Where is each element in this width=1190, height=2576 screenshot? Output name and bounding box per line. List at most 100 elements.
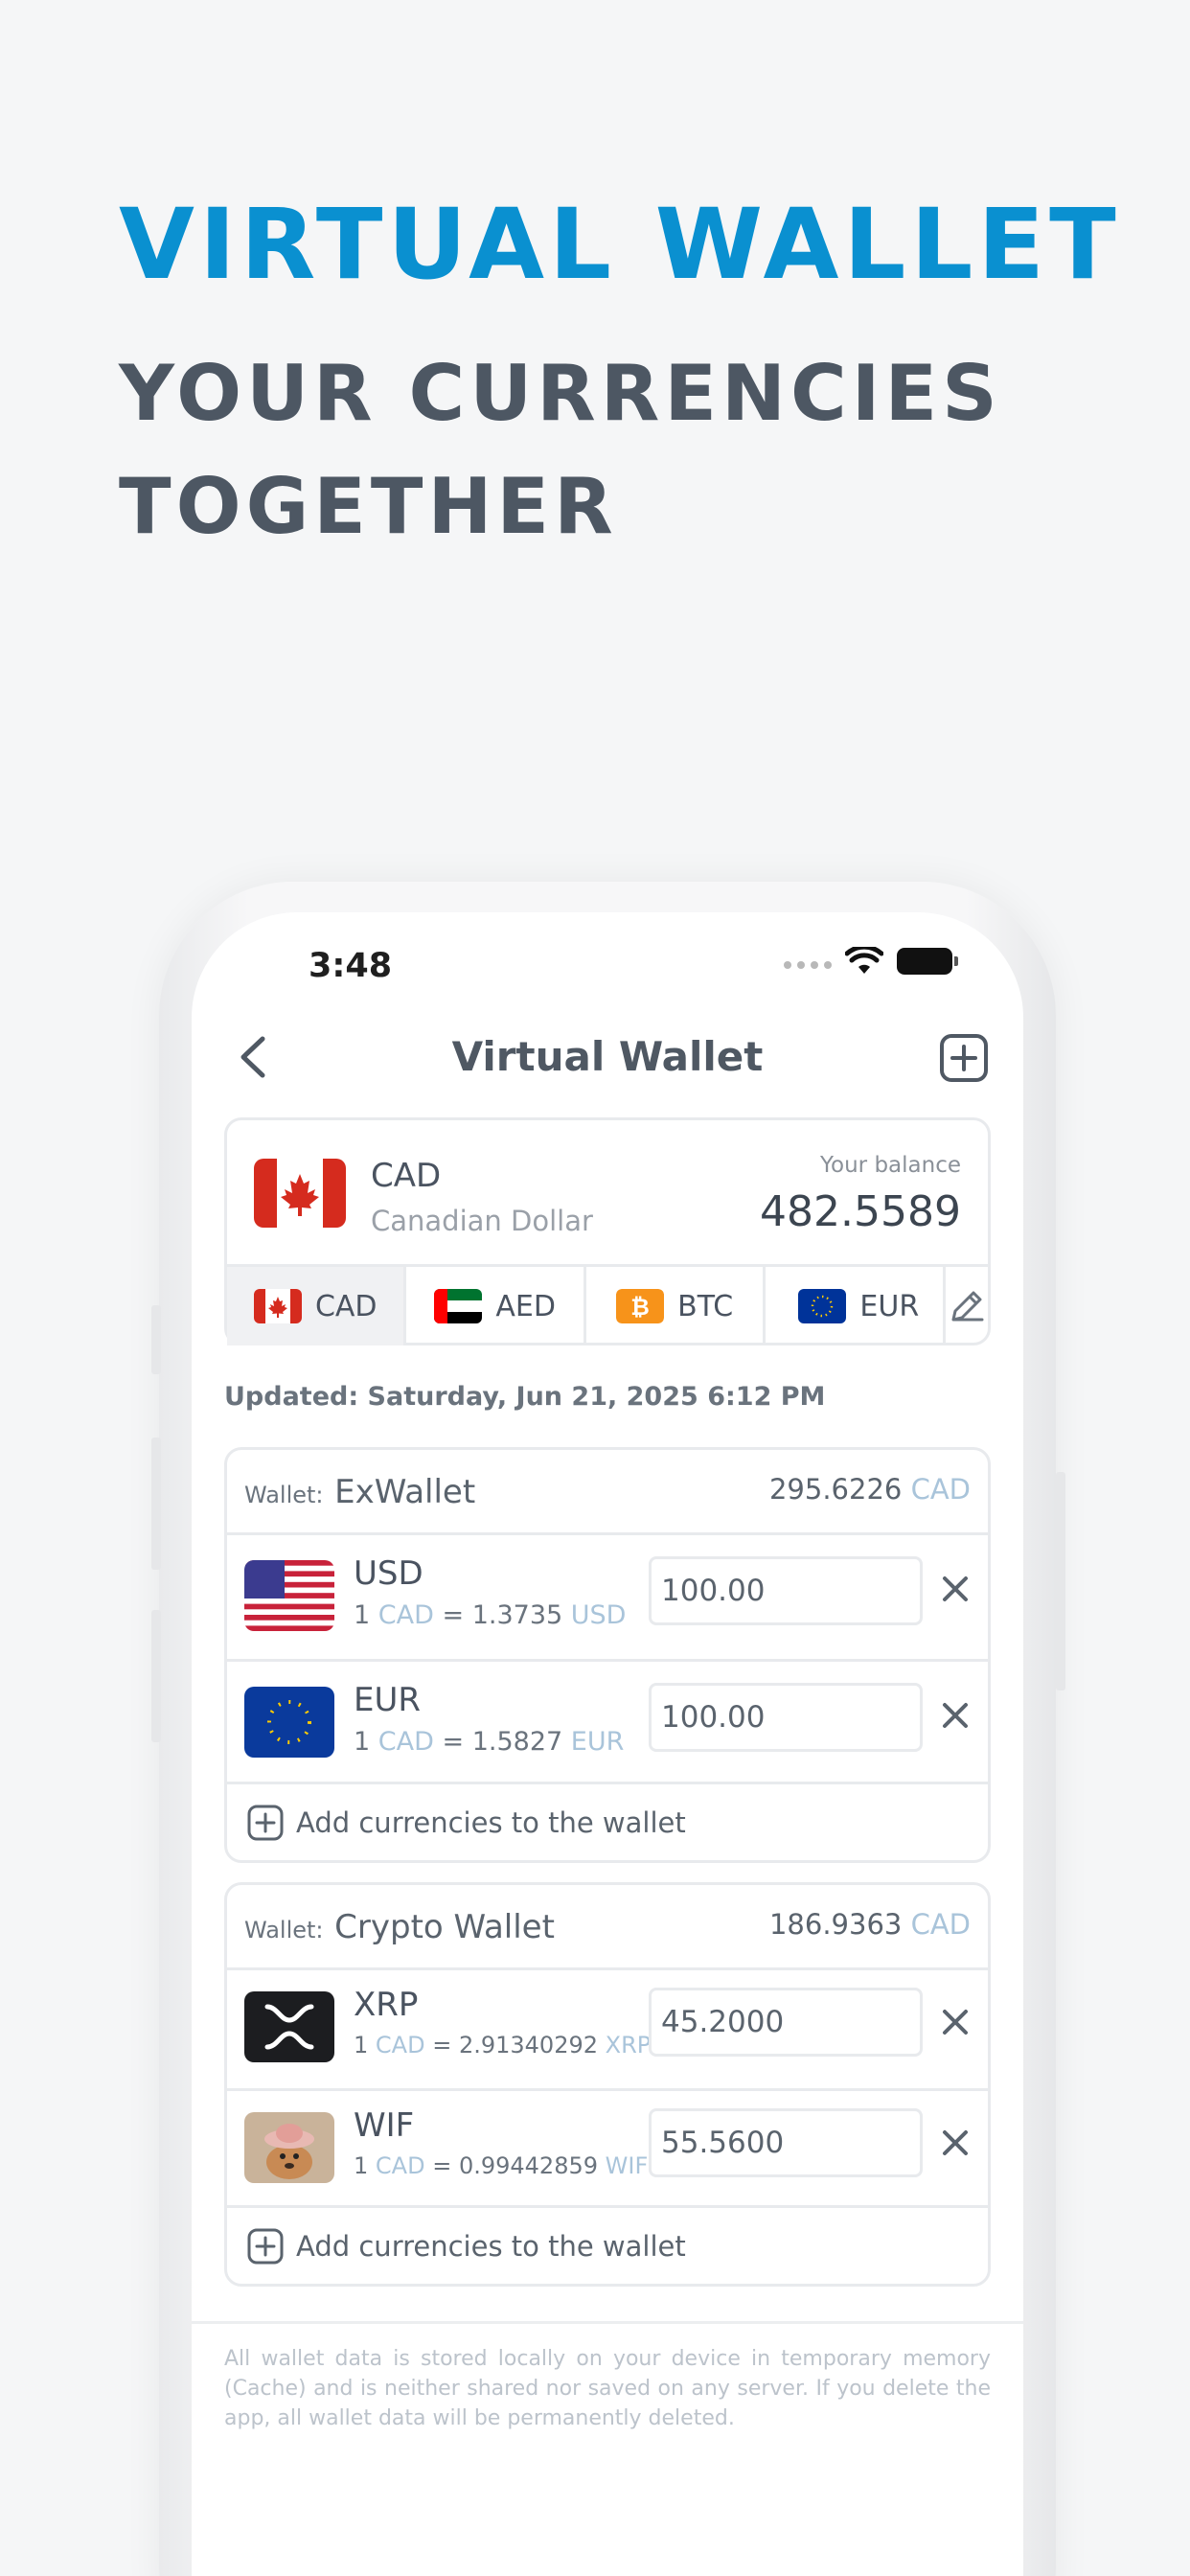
bitcoin-icon: ₿ xyxy=(616,1289,665,1323)
amount-input[interactable]: 55.5600 xyxy=(649,2108,923,2177)
plus-square-icon xyxy=(247,2228,284,2264)
tab-label: EUR xyxy=(859,1289,920,1323)
wallet-total-unit: CAD xyxy=(910,1473,971,1506)
wifi-icon xyxy=(845,947,883,974)
svg-text:₿: ₿ xyxy=(630,1294,650,1321)
wallet-total-value: 186.9363 xyxy=(768,1908,903,1941)
rate-quote: WIF xyxy=(605,2152,649,2179)
xrp-icon xyxy=(244,1991,334,2062)
rate-base: CAD xyxy=(375,2152,425,2179)
wallet-header: Wallet: ExWallet xyxy=(244,1473,475,1511)
signal-icon xyxy=(784,961,832,969)
wallet-item-row: WIF 1 CAD = 0.99442859 WIF 55.5600 xyxy=(227,2088,988,2209)
tab-label: BTC xyxy=(677,1289,734,1323)
rate-eq: = 1.3735 xyxy=(442,1600,563,1630)
hero-subtitle: YOUR CURRENCIES TOGETHER xyxy=(119,337,1002,564)
balance-value: 482.5589 xyxy=(760,1187,961,1236)
eu-flag-icon xyxy=(244,1687,334,1758)
us-flag-icon xyxy=(244,1560,334,1631)
balance-label: Your balance xyxy=(820,1153,961,1178)
add-currencies-button[interactable]: Add currencies to the wallet xyxy=(227,2205,988,2284)
balance-card: CAD Canadian Dollar Your balance 482.558… xyxy=(224,1117,991,1346)
wallet-total-unit: CAD xyxy=(910,1908,971,1941)
hero-title: VIRTUAL WALLET xyxy=(119,188,1121,302)
close-icon[interactable] xyxy=(936,1696,974,1735)
hero-subtitle-line-1: YOUR CURRENCIES xyxy=(119,349,1002,438)
hero-subtitle-line-2: TOGETHER xyxy=(119,462,618,551)
disclaimer-text: All wallet data is stored locally on you… xyxy=(224,2347,991,2430)
exchange-rate: 1 CAD = 2.91340292 XRP xyxy=(354,2032,651,2058)
rate-base: CAD xyxy=(375,2032,425,2058)
pencil-icon xyxy=(951,1291,984,1322)
tab-label: AED xyxy=(495,1289,556,1323)
rate-base: CAD xyxy=(378,1727,434,1757)
rate-eq: = 1.5827 xyxy=(442,1727,563,1757)
amount-input[interactable]: 100.00 xyxy=(649,1556,923,1625)
rate-left: 1 xyxy=(354,1600,371,1630)
exchange-rate: 1 CAD = 1.3735 USD xyxy=(354,1600,626,1630)
canada-flag-icon xyxy=(254,1159,346,1228)
add-wallet-icon[interactable] xyxy=(939,1033,989,1083)
battery-icon xyxy=(897,948,958,975)
edit-tabs-button[interactable] xyxy=(946,1267,988,1346)
status-icons xyxy=(784,947,958,976)
rate-quote: XRP xyxy=(605,2032,652,2058)
phone-side-button xyxy=(151,1305,161,1374)
status-time: 3:48 xyxy=(309,947,393,985)
rate-left: 1 xyxy=(354,2032,369,2058)
close-icon[interactable] xyxy=(936,1570,974,1608)
wallet-total-value: 295.6226 xyxy=(768,1473,903,1506)
tab-cad[interactable]: CAD xyxy=(227,1267,407,1346)
tab-label: CAD xyxy=(314,1289,378,1323)
close-icon[interactable] xyxy=(936,2124,974,2162)
selected-currency-code: CAD xyxy=(371,1157,442,1195)
rate-base: CAD xyxy=(378,1600,434,1630)
currency-code: USD xyxy=(354,1554,423,1593)
plus-square-icon xyxy=(247,1805,284,1840)
wallet-total: 295.6226 CAD xyxy=(769,1473,971,1506)
add-currencies-button[interactable]: Add currencies to the wallet xyxy=(227,1782,988,1860)
wallet-name[interactable]: Crypto Wallet xyxy=(334,1908,555,1946)
wallet-card: Wallet: ExWallet 295.6226 CAD USD 1 CAD … xyxy=(224,1447,991,1863)
wallet-prefix: Wallet: xyxy=(244,1917,324,1944)
tab-aed[interactable]: AED xyxy=(406,1267,586,1346)
wallet-item-row: USD 1 CAD = 1.3735 USD 100.00 xyxy=(227,1532,988,1659)
currency-code: EUR xyxy=(354,1681,421,1719)
currency-code: XRP xyxy=(354,1986,419,2024)
exchange-rate: 1 CAD = 1.5827 EUR xyxy=(354,1727,624,1757)
selected-currency-name: Canadian Dollar xyxy=(371,1205,593,1237)
exchange-rate: 1 CAD = 0.99442859 WIF xyxy=(354,2152,648,2179)
uae-flag-icon xyxy=(434,1289,483,1323)
amount-input[interactable]: 45.2000 xyxy=(649,1988,923,2057)
close-icon[interactable] xyxy=(936,2003,974,2041)
add-currencies-label: Add currencies to the wallet xyxy=(296,1806,686,1839)
phone-side-button xyxy=(151,1610,161,1742)
rate-left: 1 xyxy=(354,2152,369,2179)
rate-quote: USD xyxy=(570,1600,627,1630)
currency-tabs: CAD AED ₿ BTC EUR xyxy=(227,1264,988,1346)
wallet-name[interactable]: ExWallet xyxy=(334,1473,475,1511)
canada-flag-icon xyxy=(253,1289,302,1323)
page-title: Virtual Wallet xyxy=(451,1033,764,1080)
currency-code: WIF xyxy=(354,2106,415,2145)
rate-left: 1 xyxy=(354,1727,371,1757)
rate-quote: EUR xyxy=(570,1727,625,1757)
eu-flag-icon xyxy=(798,1289,847,1323)
app-screen: 3:48 Virtual Wallet CAD Canadian Dollar … xyxy=(192,912,1023,2576)
dogwifhat-icon xyxy=(244,2112,334,2183)
divider xyxy=(192,2321,1023,2324)
rate-eq: = 0.99442859 xyxy=(432,2152,599,2179)
wallet-item-row: EUR 1 CAD = 1.5827 EUR 100.00 xyxy=(227,1659,988,1785)
rate-eq: = 2.91340292 xyxy=(432,2032,599,2058)
tab-btc[interactable]: ₿ BTC xyxy=(586,1267,767,1346)
amount-input[interactable]: 100.00 xyxy=(649,1683,923,1752)
updated-timestamp: Updated: Saturday, Jun 21, 2025 6:12 PM xyxy=(224,1382,826,1412)
wallet-card: Wallet: Crypto Wallet 186.9363 CAD XRP 1… xyxy=(224,1882,991,2287)
wallet-header: Wallet: Crypto Wallet xyxy=(244,1908,555,1946)
wallet-prefix: Wallet: xyxy=(244,1482,324,1508)
tab-eur[interactable]: EUR xyxy=(766,1267,946,1346)
phone-side-button xyxy=(1056,1472,1065,1690)
add-currencies-label: Add currencies to the wallet xyxy=(296,2229,686,2263)
phone-side-button xyxy=(151,1438,161,1570)
wallet-total: 186.9363 CAD xyxy=(769,1908,971,1941)
